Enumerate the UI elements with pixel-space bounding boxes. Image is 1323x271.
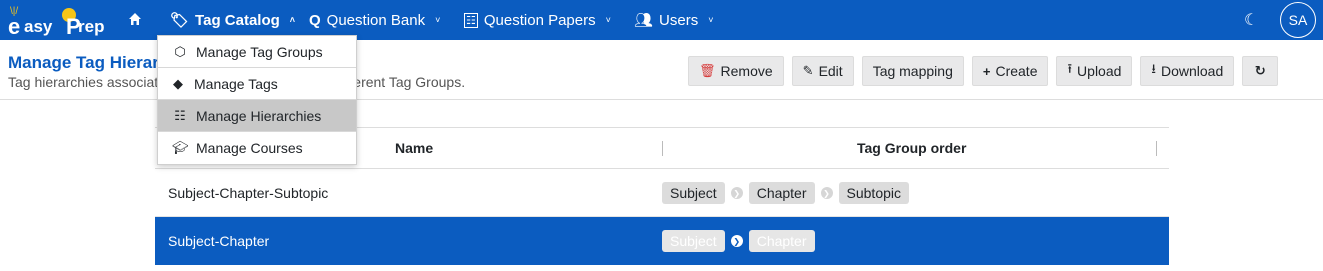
logo-rep: rep — [78, 17, 105, 36]
papers-icon: ☷ — [464, 12, 478, 28]
chevron-right-icon: ❯ — [730, 187, 743, 199]
tag-catalog-dropdown: ⬡ Manage Tag Groups ◆ Manage Tags ☷ Mana… — [157, 35, 357, 165]
upload-icon: ⭱ — [1067, 61, 1073, 76]
edit-button[interactable]: ✎ Edit — [791, 56, 854, 86]
menu-item-manage-hierarchies[interactable]: ☷ Manage Hierarchies — [158, 100, 356, 132]
menu-item-manage-tags[interactable]: ◆ Manage Tags — [158, 68, 356, 100]
remove-button[interactable]: 🗑︎ Remove — [688, 56, 784, 86]
logo-e: e — [8, 14, 21, 39]
pencil-icon: ✎ — [802, 63, 814, 78]
tag-group-chip: Chapter — [748, 230, 815, 252]
row-name: Subject-Chapter-Subtopic — [168, 185, 329, 201]
chevron-right-icon: ❯ — [730, 235, 743, 247]
nav-question-bank[interactable]: Q Question Bank ˅ — [309, 0, 440, 40]
table-row[interactable]: Subject-Chapter-Subtopic Subject ❯ Chapt… — [155, 169, 1169, 217]
tag-icon: 🏷︎ — [170, 12, 190, 29]
nav-users[interactable]: 👥︎ Users ˅ — [634, 0, 713, 40]
user-avatar[interactable]: SA — [1280, 2, 1316, 38]
plus-icon: + — [982, 63, 991, 79]
top-navbar: \|/ e asy P rep 🏷︎ Tag Catalog ˄ Q Quest… — [0, 0, 1323, 40]
easyprep-logo[interactable]: \|/ e asy P rep — [8, 4, 108, 39]
column-header-name[interactable]: Name — [395, 128, 433, 168]
users-icon: 👥︎ — [634, 12, 654, 29]
column-divider[interactable] — [662, 141, 663, 156]
chevron-right-icon: ❯ — [820, 187, 833, 199]
menu-item-manage-courses[interactable]: 🎓︎ Manage Courses — [158, 132, 356, 164]
tag-group-order: Subject ❯ Chapter ❯ Subtopic — [662, 169, 909, 217]
graduation-cap-icon: 🎓︎ — [172, 140, 189, 155]
column-divider[interactable] — [1156, 141, 1157, 156]
create-button[interactable]: + Create — [971, 56, 1049, 86]
tag-group-order: Subject ❯ Chapter — [662, 217, 815, 265]
toolbar: 🗑︎ Remove ✎ Edit Tag mapping + Create ⭱ … — [688, 56, 1279, 86]
download-icon: ⭳ — [1151, 61, 1156, 76]
upload-button[interactable]: ⭱ Upload — [1056, 56, 1133, 86]
row-name: Subject-Chapter — [168, 233, 270, 249]
home-icon[interactable] — [128, 12, 142, 26]
nav-tag-catalog[interactable]: 🏷︎ Tag Catalog ˄ — [170, 0, 295, 40]
tag-group-chip: Subject — [662, 182, 725, 204]
tag-group-chip: Subject — [662, 230, 725, 252]
menu-item-manage-tag-groups[interactable]: ⬡ Manage Tag Groups — [158, 36, 356, 68]
chevron-up-icon: ˄ — [289, 15, 296, 25]
table-row-selected[interactable]: Subject-Chapter Subject ❯ Chapter — [155, 217, 1169, 265]
tag-group-chip: Chapter — [748, 182, 815, 204]
download-button[interactable]: ⭳ Download — [1140, 56, 1235, 86]
refresh-icon: ↻ — [1254, 63, 1266, 78]
chevron-down-icon: ˅ — [435, 15, 441, 25]
moon-icon[interactable]: ☾ — [1244, 10, 1258, 30]
hierarchy-icon: ☷ — [174, 107, 186, 123]
logo-asy: asy — [24, 17, 53, 36]
tags-icon: ⬡ — [174, 43, 186, 59]
trash-icon: 🗑︎ — [699, 63, 716, 78]
tag-icon: ◆ — [173, 75, 183, 91]
question-icon: Q — [309, 11, 321, 29]
refresh-button[interactable]: ↻ — [1242, 56, 1279, 86]
chevron-down-icon: ˅ — [605, 15, 611, 25]
tag-mapping-button[interactable]: Tag mapping — [861, 56, 964, 86]
chevron-down-icon: ˅ — [708, 15, 714, 25]
column-header-tag-group-order[interactable]: Tag Group order — [857, 128, 966, 168]
nav-question-papers[interactable]: ☷ Question Papers ˅ — [464, 0, 611, 40]
tag-group-chip: Subtopic — [838, 182, 909, 204]
